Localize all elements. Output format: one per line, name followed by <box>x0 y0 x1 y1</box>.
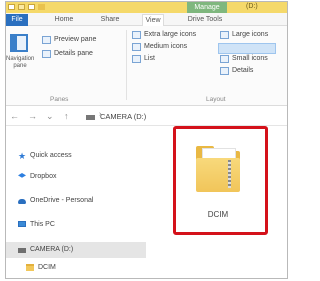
list-icon <box>132 55 141 63</box>
small-icons-icon <box>220 55 229 63</box>
preview-pane-icon <box>42 36 51 44</box>
title-bar: Manage (D:) <box>6 2 287 13</box>
layout-medium-icons[interactable]: Medium icons <box>144 43 187 50</box>
nav-label: CAMERA (D:) <box>30 246 74 253</box>
drive-icon <box>86 115 95 120</box>
new-folder-icon[interactable] <box>18 4 25 10</box>
layout-small-icons[interactable]: Small icons <box>232 55 268 62</box>
nav-label: Dropbox <box>30 173 57 180</box>
nav-item-quick-access[interactable]: ★ Quick access <box>6 148 146 164</box>
folder-zip <box>228 160 231 188</box>
drive-icon <box>18 248 26 253</box>
folder-front <box>196 158 240 192</box>
large-icons-icon <box>220 31 229 39</box>
large-icons-selected <box>218 43 276 54</box>
tab-manage[interactable]: Manage <box>187 2 227 13</box>
nav-item-this-pc[interactable]: This PC <box>6 217 146 233</box>
layout-group-label: Layout <box>206 96 226 103</box>
ribbon-divider <box>126 30 127 100</box>
dropbox-icon <box>18 173 26 178</box>
up-button[interactable]: ↑ <box>64 111 69 121</box>
properties-icon[interactable] <box>8 4 15 10</box>
tab-share[interactable]: Share <box>96 14 124 26</box>
star-icon: ★ <box>18 151 27 161</box>
forward-button[interactable]: → <box>28 111 37 121</box>
tab-drive-tools[interactable]: Drive Tools <box>184 14 226 26</box>
details-pane-button[interactable]: Details pane <box>54 50 93 57</box>
preview-pane-button[interactable]: Preview pane <box>54 36 96 43</box>
window-title: (D:) <box>246 3 258 10</box>
folder-icon <box>38 4 45 10</box>
layout-extra-large-icons[interactable]: Extra large icons <box>144 31 196 38</box>
medium-icons-icon <box>132 43 141 51</box>
tab-file[interactable]: File <box>6 14 28 26</box>
ribbon-tabs: File Home Share View Drive Tools <box>6 13 287 26</box>
tab-view[interactable]: View <box>142 14 164 26</box>
nav-label: This PC <box>30 221 55 228</box>
layout-large-icons[interactable]: Large icons <box>232 31 268 38</box>
panes-group-label: Panes <box>50 96 69 103</box>
folder-label: DCIM <box>207 210 229 219</box>
navigation-pane-button[interactable]: Navigation pane <box>6 56 34 70</box>
nav-item-camera-drive[interactable]: CAMERA (D:) <box>6 242 146 258</box>
file-explorer-window: Manage (D:) File Home Share View Drive T… <box>5 1 288 279</box>
recent-locations-button[interactable]: ⌄ <box>46 111 54 122</box>
navigation-pane-icon[interactable] <box>10 34 28 52</box>
quick-access-icon[interactable] <box>28 4 35 10</box>
onedrive-icon <box>18 199 26 204</box>
nav-item-onedrive[interactable]: OneDrive - Personal <box>6 193 146 209</box>
details-pane-icon <box>42 50 51 58</box>
nav-item-dcim[interactable]: DCIM <box>6 260 146 276</box>
ribbon: Navigation pane Preview pane Details pan… <box>6 26 287 106</box>
pc-icon <box>18 221 26 227</box>
address-path[interactable]: CAMERA (D:) <box>100 112 146 121</box>
layout-details[interactable]: Details <box>232 67 253 74</box>
details-icon <box>220 67 229 75</box>
nav-label: DCIM <box>38 264 56 271</box>
extra-large-icons-icon <box>132 31 141 39</box>
nav-label: Quick access <box>30 152 72 159</box>
address-bar-row: ← → ⌄ ↑ › CAMERA (D:) <box>6 108 287 126</box>
layout-list[interactable]: List <box>144 55 155 62</box>
back-button[interactable]: ← <box>10 111 19 121</box>
folder-icon <box>26 264 34 271</box>
nav-item-dropbox[interactable]: Dropbox <box>6 169 146 185</box>
nav-label: OneDrive - Personal <box>30 197 94 204</box>
tab-home[interactable]: Home <box>50 14 78 26</box>
